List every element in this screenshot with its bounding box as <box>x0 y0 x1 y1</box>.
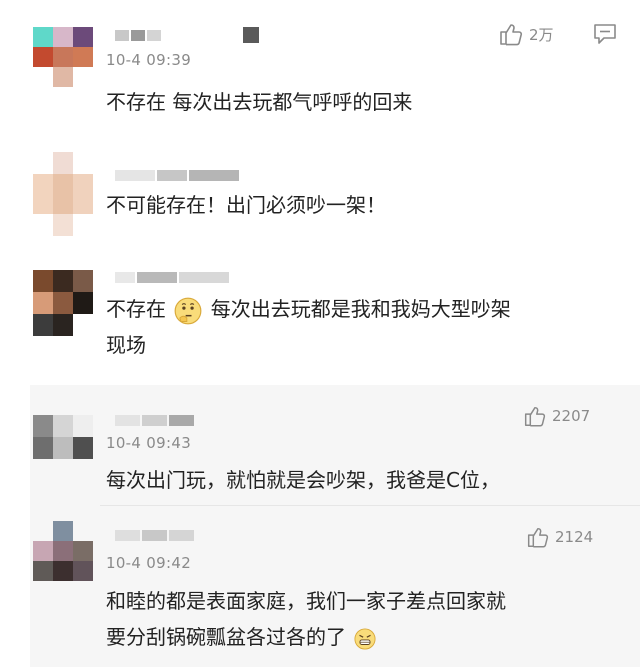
name-block <box>131 30 145 41</box>
comment-text-part: 现场 <box>106 333 146 357</box>
grimace-emoji <box>354 627 376 650</box>
username-blurred[interactable] <box>115 530 194 541</box>
avatar-pixel <box>53 270 73 292</box>
avatar-pixel <box>73 292 93 314</box>
avatar-pixel <box>33 270 53 292</box>
comment-text-part: 和睦的都是表面家庭，我们一家子差点回家就 <box>106 589 506 613</box>
avatar-pixel <box>53 314 73 336</box>
comment-icon[interactable] <box>593 23 617 45</box>
avatar-pixel <box>53 437 73 459</box>
comment-3: 不存在 每次出去玩都是我和我妈大型吵架 现场 <box>0 260 640 385</box>
avatar-pixel <box>73 561 93 581</box>
avatar-pixel <box>53 561 73 581</box>
avatar-pixel <box>33 67 53 87</box>
avatar-pixel <box>73 314 93 336</box>
comment-2: 不可能存在！出门必须吵一架！ <box>0 140 640 250</box>
name-block <box>137 272 177 283</box>
avatar-pixel <box>73 174 93 214</box>
name-block <box>179 272 229 283</box>
comment-text-part: 每次出去玩都是我和我妈大型吵架 <box>210 297 511 321</box>
avatar-pixel <box>73 415 93 437</box>
avatar-pixel <box>73 152 93 174</box>
comment-text: 不可能存在！出门必须吵一架！ <box>106 193 386 217</box>
avatar-pixel <box>33 214 53 236</box>
username-blurred[interactable] <box>115 272 229 283</box>
name-block <box>147 30 161 41</box>
name-block <box>189 170 239 181</box>
avatar-pixel <box>73 437 93 459</box>
name-block <box>115 415 140 426</box>
thumbs-up-icon <box>527 527 549 548</box>
comment-4: 10-4 09:43 2207 每次出门玩，就怕就是会吵架，我爸是C位， <box>0 385 640 505</box>
avatar-pixel <box>73 214 93 236</box>
avatar-pixel <box>33 174 53 214</box>
avatar-pixel <box>53 67 73 87</box>
comment-text: 和睦的都是表面家庭，我们一家子差点回家就 要分刮锅碗瓢盆各过各的了 <box>106 583 626 655</box>
avatar-pixel <box>73 270 93 292</box>
comment-text-part: 不存在 <box>106 297 166 321</box>
avatar-pixel <box>53 174 73 214</box>
avatar-pixel <box>53 292 73 314</box>
like-count: 2万 <box>529 25 554 44</box>
avatar-pixel <box>73 67 93 87</box>
avatar[interactable] <box>33 415 93 459</box>
avatar-pixel <box>53 541 73 561</box>
like-button[interactable]: 2万 <box>497 21 554 47</box>
username-blurred[interactable] <box>115 170 239 181</box>
avatar-pixel <box>73 47 93 67</box>
like-button[interactable]: 2207 <box>522 404 590 428</box>
avatar-pixel <box>33 521 53 541</box>
like-count: 2207 <box>552 407 591 425</box>
avatar-pixel <box>33 292 53 314</box>
avatar-pixel <box>53 152 73 174</box>
avatar-pixel <box>73 541 93 561</box>
name-block <box>142 530 167 541</box>
like-button[interactable]: 2124 <box>525 525 593 549</box>
like-count: 2124 <box>555 528 594 546</box>
avatar-pixel <box>73 27 93 47</box>
name-block <box>142 415 167 426</box>
comment-text-part: 要分刮锅碗瓢盆各过各的了 <box>106 625 346 649</box>
comment-1: 10-4 09:39 2万 不存在 每次出去玩都气呼呼的回来 <box>0 0 640 140</box>
name-block <box>169 530 194 541</box>
avatar-pixel <box>33 27 53 47</box>
avatar-pixel <box>33 152 53 174</box>
avatar[interactable] <box>33 27 93 87</box>
avatar-pixel <box>53 47 73 67</box>
avatar-pixel <box>73 521 93 541</box>
avatar-pixel <box>53 27 73 47</box>
name-block <box>169 415 194 426</box>
name-block <box>115 530 140 541</box>
name-block <box>243 27 259 43</box>
thinking-emoji <box>174 297 202 324</box>
name-block <box>157 170 187 181</box>
avatar-pixel <box>33 47 53 67</box>
avatar-pixel <box>33 437 53 459</box>
comment-text: 每次出门玩，就怕就是会吵架，我爸是C位， <box>106 468 500 492</box>
comment-5: 10-4 09:42 2124 和睦的都是表面家庭，我们一家子差点回家就 要分刮… <box>0 505 640 667</box>
avatar-pixel <box>33 541 53 561</box>
avatar-pixel <box>53 415 73 437</box>
avatar-pixel <box>33 561 53 581</box>
avatar-pixel <box>53 214 73 236</box>
username-blurred[interactable] <box>115 27 259 43</box>
thumbs-up-icon <box>500 24 523 46</box>
avatar[interactable] <box>33 521 93 581</box>
thumbs-up-icon <box>524 406 546 427</box>
avatar-pixel <box>53 521 73 541</box>
avatar-pixel <box>33 314 53 336</box>
comment-text: 不存在 每次出去玩都是我和我妈大型吵架 现场 <box>106 291 616 363</box>
comment-time: 10-4 09:42 <box>106 554 192 572</box>
avatar[interactable] <box>33 152 93 236</box>
avatar-pixel <box>33 415 53 437</box>
name-block <box>115 272 135 283</box>
avatar[interactable] <box>33 270 95 336</box>
comment-text: 不存在 每次出去玩都气呼呼的回来 <box>106 90 413 114</box>
comment-time: 10-4 09:39 <box>106 51 192 69</box>
username-blurred[interactable] <box>115 415 194 426</box>
comment-time: 10-4 09:43 <box>106 434 192 452</box>
name-block <box>115 30 129 41</box>
name-block <box>115 170 155 181</box>
